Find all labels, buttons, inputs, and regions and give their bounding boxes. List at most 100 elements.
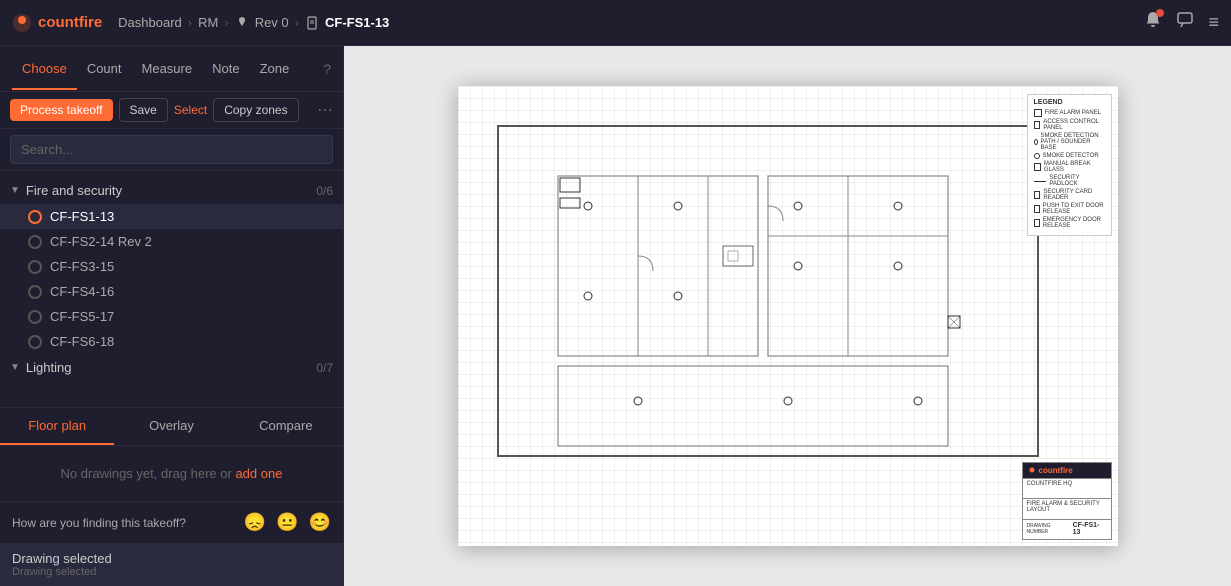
search-bar	[0, 129, 343, 171]
tree-item-label: CF-FS6-18	[50, 334, 114, 349]
save-button[interactable]: Save	[119, 98, 168, 122]
tab-choose[interactable]: Choose	[12, 49, 77, 90]
tree-item-label: CF-FS5-17	[50, 309, 114, 324]
legend-icon-sq5	[1034, 205, 1040, 213]
pin-icon	[235, 16, 249, 30]
add-one-link[interactable]: add one	[235, 466, 282, 481]
topbar-right: ≡	[1144, 11, 1219, 34]
drawing-container: LEGEND FIRE ALARM PANEL ACCESS CONTROL P…	[458, 86, 1118, 546]
tree-item-label: CF-FS3-15	[50, 259, 114, 274]
tab-overlay[interactable]: Overlay	[114, 408, 228, 445]
breadcrumb-rev[interactable]: Rev 0	[255, 15, 289, 30]
breadcrumb: Dashboard › RM › Rev 0 › CF-FS1-13	[118, 15, 389, 30]
radio-cf-fs2-14	[28, 235, 42, 249]
floorplan-svg	[488, 116, 1068, 476]
tree-area: ▼ Fire and security 0/6 CF-FS1-13 CF-FS2…	[0, 171, 343, 407]
legend-icon-sq3	[1034, 163, 1041, 171]
radio-cf-fs5-17	[28, 310, 42, 324]
group-fire-security-label: Fire and security	[26, 183, 122, 198]
group-fire-security-count: 0/6	[316, 184, 333, 198]
more-button[interactable]: ⋯	[317, 100, 333, 120]
tab-help[interactable]: ?	[323, 61, 331, 77]
legend-box: LEGEND FIRE ALARM PANEL ACCESS CONTROL P…	[1027, 94, 1112, 236]
group-lighting[interactable]: ▼ Lighting 0/7	[0, 354, 343, 381]
tree-item-cf-fs1-13[interactable]: CF-FS1-13	[0, 204, 343, 229]
search-input[interactable]	[10, 135, 333, 164]
emoji-sad-button[interactable]: 😞	[244, 512, 266, 533]
emoji-neutral-button[interactable]: 😐	[276, 512, 298, 533]
notification-dot	[1156, 9, 1164, 17]
legend-icon-sq2	[1034, 121, 1041, 129]
tree-item-cf-fs4-16[interactable]: CF-FS4-16	[0, 279, 343, 304]
tree-item-label: CF-FS1-13	[50, 209, 114, 224]
radio-cf-fs1-13	[28, 210, 42, 224]
tree-item-cf-fs3-15[interactable]: CF-FS3-15	[0, 254, 343, 279]
tab-count[interactable]: Count	[77, 49, 132, 90]
legend-item-6: SECURITY PADLOCK	[1034, 175, 1105, 187]
emoji-happy-button[interactable]: 😊	[309, 512, 331, 533]
title-block: countfire COUNTFIRE HQ FIRE ALARM & SECU…	[1022, 462, 1112, 540]
logo-text: countfire	[38, 14, 102, 31]
legend-item-2: ACCESS CONTROL PANEL	[1034, 119, 1105, 131]
process-takeoff-button[interactable]: Process takeoff	[10, 99, 113, 121]
title-block-company: countfire	[1039, 466, 1073, 475]
breadcrumb-current[interactable]: CF-FS1-13	[325, 15, 389, 30]
radio-cf-fs3-15	[28, 260, 42, 274]
tree-item-cf-fs2-14[interactable]: CF-FS2-14 Rev 2	[0, 229, 343, 254]
tree-item-cf-fs5-17[interactable]: CF-FS5-17	[0, 304, 343, 329]
legend-item-5: MANUAL BREAK GLASS	[1034, 161, 1105, 173]
doc-icon	[305, 16, 319, 30]
legend-item-4: SMOKE DETECTOR	[1034, 153, 1105, 159]
title-block-number: DRAWING NUMBER CF-FS1-13	[1023, 519, 1111, 539]
title-block-rows: COUNTFIRE HQ FIRE ALARM & SECURITY LAYOU…	[1023, 478, 1111, 539]
feedback-question: How are you finding this takeoff?	[12, 516, 234, 530]
tab-floor-plan[interactable]: Floor plan	[0, 408, 114, 445]
no-drawings-message: No drawings yet, drag here or add one	[0, 446, 343, 501]
comments-button[interactable]	[1176, 11, 1194, 34]
group-lighting-label: Lighting	[26, 360, 72, 375]
notifications-button[interactable]	[1144, 11, 1162, 34]
no-drawings-text: No drawings yet, drag here or	[61, 466, 232, 481]
menu-button[interactable]: ≡	[1208, 12, 1219, 33]
tab-note[interactable]: Note	[202, 49, 249, 90]
group-lighting-count: 0/7	[316, 361, 333, 375]
legend-icon-sq4	[1034, 191, 1041, 199]
comment-icon	[1176, 11, 1194, 29]
legend-item-7: SECURITY CARD READER	[1034, 189, 1105, 201]
tree-item-label: CF-FS2-14 Rev 2	[50, 234, 152, 249]
main-layout: Choose Count Measure Note Zone ? Process…	[0, 46, 1231, 586]
logo-icon	[12, 13, 32, 33]
breadcrumb-rm[interactable]: RM	[198, 15, 218, 30]
chevron-right-icon: ▼	[10, 362, 20, 373]
chevron-down-icon: ▼	[10, 185, 20, 196]
tab-measure[interactable]: Measure	[132, 49, 203, 90]
title-block-drawing-number: CF-FS1-13	[1073, 522, 1107, 536]
tab-bar: Choose Count Measure Note Zone ?	[0, 46, 343, 92]
legend-item-8: PUSH TO EXIT DOOR RELEASE	[1034, 203, 1105, 215]
legend-icon-dot	[1034, 139, 1038, 145]
legend-icon-dot2	[1034, 153, 1040, 159]
sidebar: Choose Count Measure Note Zone ? Process…	[0, 46, 344, 586]
tree-item-label: CF-FS4-16	[50, 284, 114, 299]
radio-cf-fs6-18	[28, 335, 42, 349]
legend-icon-sq	[1034, 109, 1042, 117]
logo[interactable]: countfire	[12, 13, 102, 33]
status-primary: Drawing selected	[12, 551, 331, 566]
canvas-area[interactable]: LEGEND FIRE ALARM PANEL ACCESS CONTROL P…	[344, 46, 1231, 586]
legend-icon-line	[1034, 181, 1047, 182]
copy-zones-button[interactable]: Copy zones	[213, 98, 298, 122]
topbar: countfire Dashboard › RM › Rev 0 › CF-FS…	[0, 0, 1231, 46]
tab-compare[interactable]: Compare	[229, 408, 343, 445]
tree-item-cf-fs6-18[interactable]: CF-FS6-18	[0, 329, 343, 354]
legend-title: LEGEND	[1034, 99, 1105, 106]
select-button[interactable]: Select	[174, 103, 207, 117]
legend-item-1: FIRE ALARM PANEL	[1034, 109, 1105, 117]
legend-item-3: SMOKE DETECTION PATH / SOUNDER BASE	[1034, 133, 1105, 151]
legend-icon-sq6	[1034, 219, 1040, 227]
title-block-description: FIRE ALARM & SECURITY LAYOUT	[1023, 498, 1111, 518]
legend-item-9: EMERGENCY DOOR RELEASE	[1034, 217, 1105, 229]
group-fire-security[interactable]: ▼ Fire and security 0/6	[0, 177, 343, 204]
tab-zone[interactable]: Zone	[250, 49, 300, 90]
breadcrumb-dashboard[interactable]: Dashboard	[118, 15, 182, 30]
action-bar: Process takeoff Save Select Copy zones ⋯	[0, 92, 343, 129]
